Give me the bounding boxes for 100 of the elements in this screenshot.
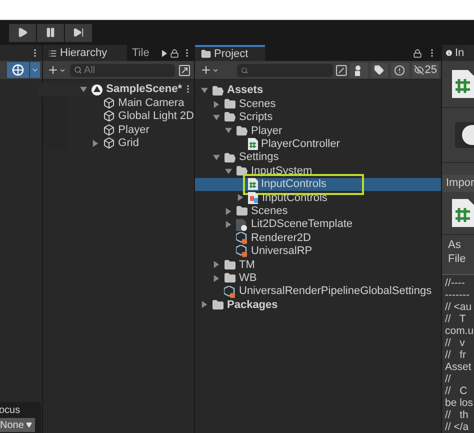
scene-template-icon	[236, 218, 248, 231]
filter-label-button[interactable]	[370, 62, 388, 78]
tree-row[interactable]: UniversalRP	[195, 244, 441, 258]
tree-row[interactable]: Lit2DSceneTemplate	[195, 218, 441, 232]
item-label: WB	[239, 270, 257, 286]
collapsed-arrow-icon[interactable]	[213, 100, 220, 108]
tag-icon	[374, 65, 384, 75]
open-folder-icon	[224, 111, 236, 124]
tree-row[interactable]: Scenes	[195, 204, 441, 218]
scene-picker-icon[interactable]	[179, 64, 190, 76]
item-label: PlayerController	[261, 137, 340, 152]
tree-row[interactable]: Global Light 2D	[38, 110, 194, 124]
open-folder-icon	[224, 152, 236, 164]
item-label: Lit2DSceneTemplate	[251, 217, 353, 232]
settings-asset-icon	[236, 232, 248, 244]
script-file-icon	[248, 178, 258, 190]
settings-asset-icon	[224, 286, 236, 298]
tree-row[interactable]: Scenes	[195, 97, 441, 111]
item-label: Scenes	[239, 96, 276, 112]
hidden-packages-button[interactable]: 25	[412, 62, 439, 78]
tree-row[interactable]: WB	[195, 271, 441, 285]
item-label: UniversalRP	[251, 244, 312, 260]
search-field[interactable]: All	[70, 64, 175, 76]
search-icon	[74, 66, 82, 74]
tree-row[interactable]: Settings	[195, 150, 441, 164]
tree-row[interactable]: InputControls	[195, 191, 441, 205]
code-line: Asset	[445, 361, 472, 373]
item-label: SampleScene*	[106, 82, 182, 98]
tree-row[interactable]: TM	[195, 258, 441, 272]
item-label: Player	[118, 122, 150, 138]
tree-row[interactable]: Renderer2D	[195, 231, 441, 245]
item-label: Packages	[227, 298, 278, 313]
item-label: UniversalRenderPipelineGlobalSettings	[239, 284, 432, 300]
focus-dropdown[interactable]: None	[0, 418, 35, 432]
list-icon	[48, 48, 57, 58]
collapsed-arrow-icon[interactable]	[92, 140, 100, 147]
code-line: be los	[445, 397, 474, 409]
tree-row[interactable]: Assets	[195, 84, 441, 98]
item-label: Renderer2D	[251, 230, 311, 246]
open-folder-icon	[236, 165, 248, 178]
warnings-button[interactable]	[391, 62, 409, 78]
play-icon	[17, 27, 28, 38]
folder-icon	[224, 272, 236, 284]
caret-icon	[31, 66, 39, 74]
alert-icon	[394, 64, 406, 76]
cube-icon	[103, 124, 116, 136]
unity-scene-icon	[91, 84, 104, 96]
search-field[interactable]	[237, 64, 334, 76]
filter-type-button[interactable]	[350, 62, 368, 78]
lock-icon[interactable]	[170, 48, 179, 58]
folder-icon	[212, 298, 224, 311]
expanded-arrow-icon[interactable]	[201, 87, 208, 94]
open-folder-icon	[236, 124, 248, 137]
play-button[interactable]	[9, 24, 36, 42]
collapsed-arrow-icon[interactable]	[201, 301, 208, 308]
code-line: // th	[445, 409, 470, 421]
code-line: //----	[445, 277, 466, 289]
item-label: Settings	[239, 150, 279, 166]
search-mode-icon[interactable]	[336, 64, 347, 76]
add-button[interactable]	[47, 64, 66, 76]
tree-row[interactable]: UniversalRenderPipelineGlobalSettings	[195, 284, 441, 298]
panel-tab[interactable]: Hierarchy	[43, 45, 127, 61]
add-button[interactable]	[200, 64, 219, 76]
tree-row[interactable]: Main Camera	[38, 96, 194, 110]
script-file-icon	[452, 198, 474, 227]
plus-icon	[47, 64, 59, 76]
folder-icon	[236, 205, 248, 218]
hidden-eye-icon	[414, 65, 424, 75]
item-label: Scripts	[239, 110, 273, 126]
item-label: InputSystem	[251, 164, 312, 179]
section-header: Impor	[446, 176, 474, 191]
item-label: TM	[239, 258, 255, 273]
expanded-arrow-icon[interactable]	[80, 86, 88, 94]
gizmo-button[interactable]	[7, 62, 29, 78]
code-line: com.u	[445, 325, 474, 337]
more-tabs-arrow-icon[interactable]	[162, 50, 167, 56]
item-label: InputControls	[262, 190, 328, 206]
item-label: Scenes	[251, 204, 288, 219]
tree-row[interactable]: PlayerController	[195, 138, 441, 151]
tree-row[interactable]: InputSystem	[195, 164, 441, 178]
plus-icon	[200, 64, 212, 76]
panel-tab[interactable]: In	[442, 45, 474, 61]
panel-tab[interactable]: Project	[195, 45, 265, 61]
code-line: // fr	[445, 349, 467, 361]
step-button[interactable]	[65, 24, 92, 42]
info-icon	[445, 49, 453, 57]
caret-icon	[212, 66, 219, 74]
code-line: // T	[445, 313, 467, 325]
item-label: Grid	[118, 136, 139, 152]
lock-icon[interactable]	[413, 48, 422, 58]
item-label: Player	[251, 124, 282, 139]
code-line: // <au	[445, 301, 473, 313]
tree-row[interactable]: Player	[38, 123, 194, 137]
field-label: As	[448, 238, 462, 252]
tree-row[interactable]: Player	[195, 124, 441, 138]
pause-button[interactable]	[37, 24, 64, 42]
tree-row[interactable]: Packages	[195, 298, 441, 312]
globe-icon	[12, 64, 24, 76]
tree-row[interactable]: Scripts	[195, 110, 441, 124]
tree-row[interactable]: Grid	[38, 136, 194, 150]
